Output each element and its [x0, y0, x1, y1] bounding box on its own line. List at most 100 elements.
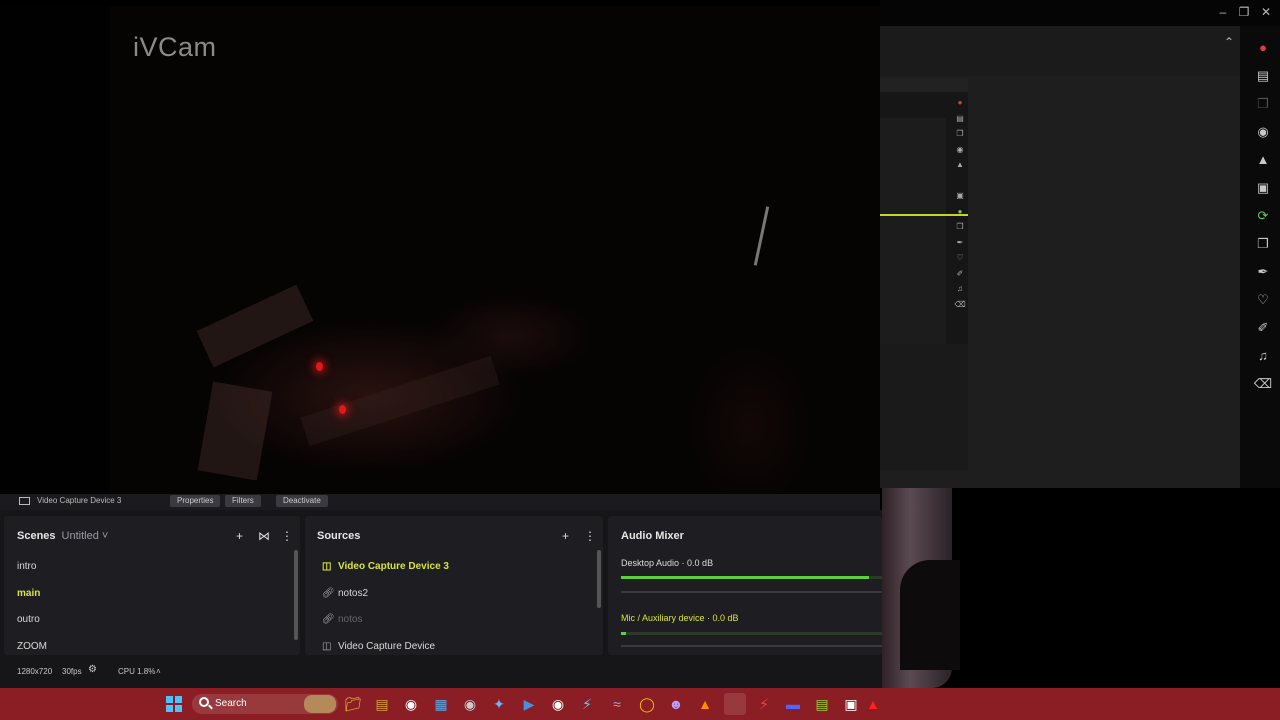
source-item[interactable]: 🔗︎ notos2 [322, 588, 368, 599]
globe-icon[interactable]: ◉ [459, 693, 481, 715]
trash-icon[interactable]: ⌫ [1250, 370, 1276, 398]
avatar-icon[interactable]: ● [953, 98, 967, 114]
sources-title: Sources [317, 530, 361, 542]
spacer-icon [953, 176, 967, 192]
fps-label: 30fps [62, 667, 82, 676]
filters-button[interactable]: Filters [225, 495, 261, 507]
sources-menu-icon[interactable]: ⋮ [584, 529, 596, 543]
copy-icon[interactable]: ❐ [953, 129, 967, 145]
copy2-icon[interactable]: ❐ [953, 222, 967, 238]
vlc-icon[interactable]: ▲ [694, 693, 716, 715]
bell-icon[interactable]: ▲ [1250, 146, 1276, 174]
sources-scrollbar[interactable] [597, 550, 601, 608]
current-source-label: Video Capture Device 3 [37, 496, 122, 505]
windows-start-icon[interactable] [166, 696, 182, 712]
side-toolbar: ● ▤ ❐ ◉ ▲ ▣ ⟳ ❐ ✒ ♡ ✐ ♫ ⌫ [1250, 34, 1276, 398]
mic-audio-slider[interactable] [621, 645, 882, 647]
mic-audio-meter [621, 632, 882, 635]
source-item[interactable]: ◫ Video Capture Device [322, 641, 435, 652]
scene-item[interactable]: outro [17, 614, 40, 625]
chat-icon[interactable]: ◉ [1250, 118, 1276, 146]
deactivate-button[interactable]: Deactivate [276, 495, 328, 507]
window-caption-bar: – ❐ ✕ [880, 0, 1280, 26]
camera-icon [19, 497, 30, 505]
search-icon [199, 697, 209, 707]
settings-gear-icon[interactable]: ⚙ [88, 664, 97, 675]
heart-icon[interactable]: ♡ [1250, 286, 1276, 314]
flash-app-icon[interactable]: ⚡︎ [753, 693, 775, 715]
scene-item-active[interactable]: main [17, 588, 40, 599]
chat-icon[interactable]: ◉ [953, 145, 967, 161]
person-shadow [900, 560, 960, 670]
resolution-label: 1280x720 [17, 667, 53, 676]
music-icon[interactable]: ♫ [953, 284, 967, 300]
properties-button[interactable]: Properties [170, 495, 221, 507]
ivcam-watermark: iVCam [133, 32, 217, 62]
wing-app-icon[interactable]: ≈ [606, 693, 628, 715]
add-scene-icon[interactable]: + [236, 529, 243, 543]
epic-games-icon[interactable]: ▣ [840, 693, 862, 715]
copy-icon[interactable]: ❐ [1250, 90, 1276, 118]
music-icon[interactable]: ♫ [1250, 342, 1276, 370]
camera-icon: ◫ [322, 641, 332, 652]
sync-icon[interactable]: ⟳ [1250, 202, 1276, 230]
layout-icon[interactable]: ▤ [1250, 62, 1276, 90]
video-editor-icon[interactable]: ▶ [518, 693, 540, 715]
avatar-icon[interactable]: ● [1250, 34, 1276, 62]
camera-icon: ◫ [322, 561, 332, 572]
controller-app-icon[interactable]: ▬ [782, 693, 804, 715]
mixer-channel-label: Mic / Auxiliary device · 0.0 dB [621, 613, 739, 623]
add-source-icon[interactable]: + [562, 529, 569, 543]
camera-feed [110, 6, 880, 500]
duplicate-icon[interactable]: ❐ [1250, 230, 1276, 258]
search-label: Search [215, 698, 247, 709]
brush-icon[interactable]: ✐ [1250, 314, 1276, 342]
chevron-up-icon[interactable]: ⌃ [1220, 34, 1238, 50]
source-toolbar: Video Capture Device 3 Properties Filter… [0, 494, 880, 510]
camera-icon[interactable]: ▣ [1250, 174, 1276, 202]
trash-icon[interactable]: ⌫ [953, 300, 967, 316]
cpu-label: CPU 1.8% [118, 667, 156, 676]
search-highlight-icon [304, 695, 336, 713]
heart-icon[interactable]: ♡ [953, 253, 967, 269]
close-icon[interactable]: ✕ [1257, 4, 1275, 20]
scenes-menu-icon[interactable]: ⋮ [281, 529, 293, 543]
pen-icon[interactable]: ✒ [1250, 258, 1276, 286]
bell-icon[interactable]: ▲ [953, 160, 967, 176]
document-app-icon[interactable]: ▤ [811, 693, 833, 715]
feather-icon[interactable]: ✦ [488, 693, 510, 715]
lightning-app-icon[interactable]: ⚡︎ [576, 693, 598, 715]
mixer-channel-label: Desktop Audio · 0.0 dB [621, 558, 714, 568]
link-icon: 🔗︎ [322, 588, 335, 599]
link-icon: 🔗︎ [322, 614, 335, 625]
scene-filter-icon[interactable]: ⋈ [258, 529, 270, 543]
scenes-scrollbar[interactable] [294, 550, 298, 640]
restore-icon[interactable]: ❐ [1235, 4, 1253, 20]
photos-icon[interactable]: ▦ [430, 693, 452, 715]
acrobat-icon[interactable]: ▲ [866, 693, 880, 715]
file-explorer-icon[interactable]: 📁︎ [342, 693, 364, 715]
scene-item[interactable]: intro [17, 561, 36, 572]
obs-icon[interactable]: ◉ [547, 693, 569, 715]
minimize-icon[interactable]: – [1214, 4, 1232, 20]
chevron-up-icon[interactable]: ˄ [156, 667, 161, 676]
sync-icon[interactable]: ● [953, 207, 967, 223]
brush-icon[interactable]: ✐ [953, 269, 967, 285]
desktop-audio-meter [621, 576, 882, 579]
scenes-title: Scenes Untitled ˅ [17, 530, 109, 542]
steam-icon[interactable]: ◉ [400, 693, 422, 715]
source-item[interactable]: ◫ Video Capture Device 3 [322, 561, 449, 572]
camera-icon[interactable]: ▣ [953, 191, 967, 207]
source-item[interactable]: 🔗︎ notos [322, 614, 362, 625]
chrome-icon[interactable]: ◯ [636, 693, 658, 715]
chat-app-icon[interactable]: ☻ [665, 693, 687, 715]
scene-item[interactable]: ZOOM [17, 641, 47, 652]
mini-toolbar: ● ▤ ❐ ◉ ▲ ▣ ● ❐ ✒ ♡ ✐ ♫ ⌫ [953, 98, 967, 315]
pen-icon[interactable]: ✒ [953, 238, 967, 254]
scene-collection-dropdown[interactable]: Untitled ˅ [62, 530, 109, 542]
desktop-audio-slider[interactable] [621, 591, 882, 593]
camera-preview: iVCam [0, 6, 880, 500]
active-app-icon[interactable] [724, 693, 746, 715]
archive-app-icon[interactable]: ▤ [371, 693, 393, 715]
panel-icon[interactable]: ▤ [953, 114, 967, 130]
